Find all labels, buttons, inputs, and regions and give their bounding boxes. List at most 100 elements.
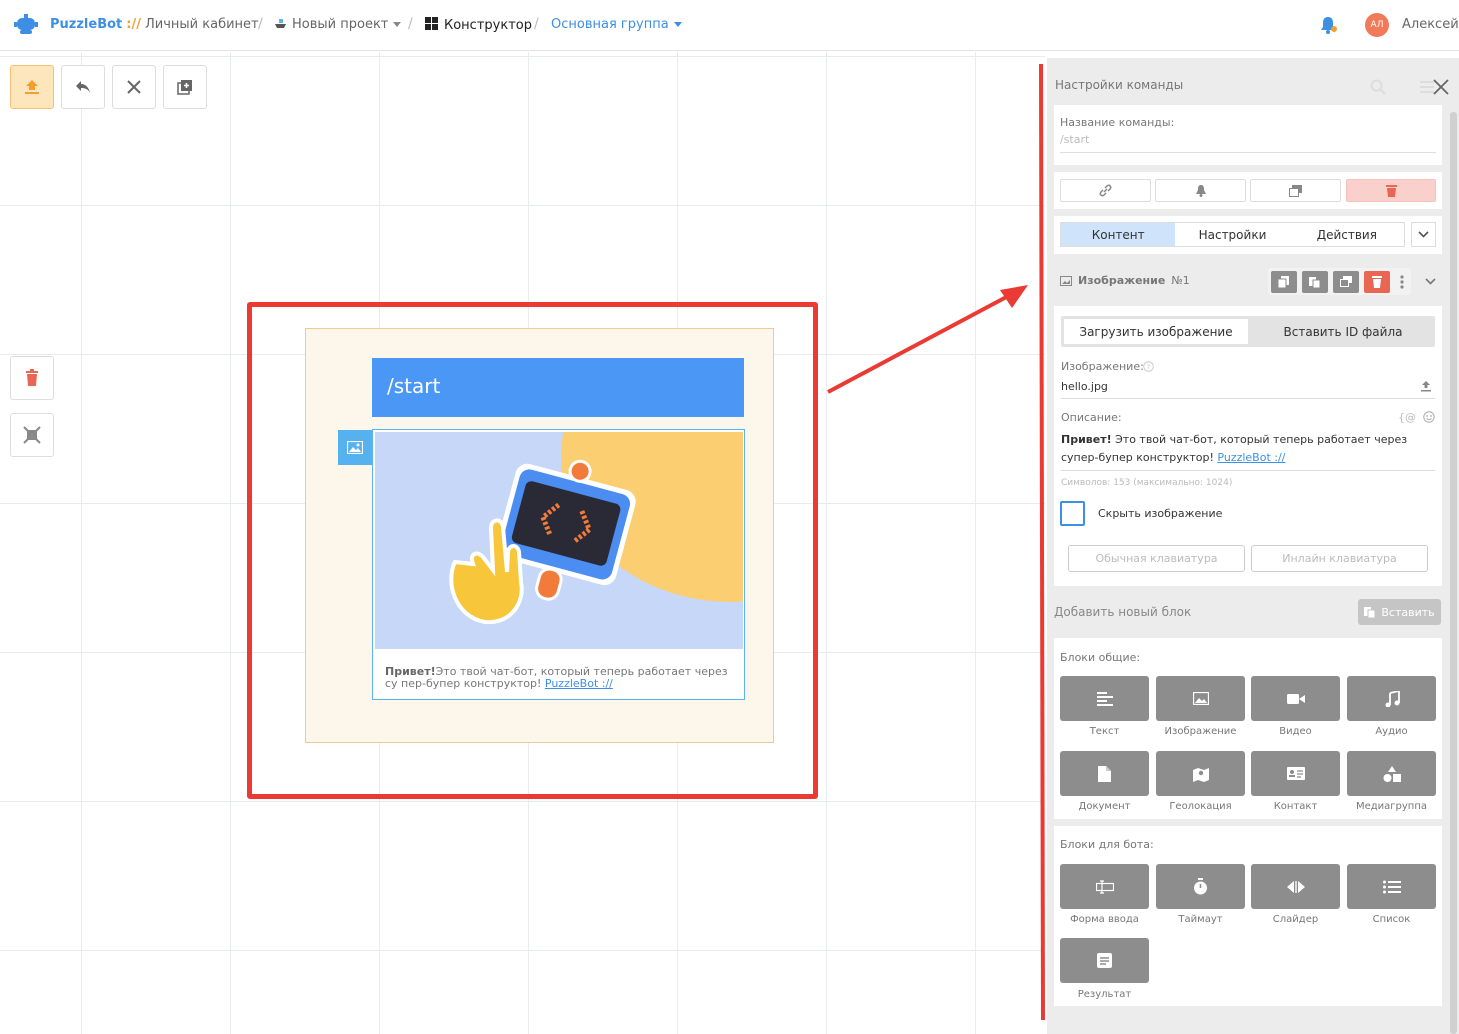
breadcrumb-separator: / <box>534 16 539 32</box>
help-icon[interactable]: ? <box>1143 361 1154 372</box>
delete-command-button[interactable] <box>1346 179 1436 202</box>
inline-keyboard-button[interactable]: Инлайн клавиатура <box>1251 545 1428 572</box>
add-copy-icon <box>177 80 192 95</box>
cancel-button[interactable] <box>112 65 156 109</box>
image-icon <box>1060 276 1072 286</box>
contact-card-icon <box>1286 767 1305 780</box>
description-link[interactable]: PuzzleBot :// <box>1217 451 1285 464</box>
chevron-down-icon[interactable] <box>1425 278 1436 285</box>
copy-link-button[interactable] <box>1060 179 1151 202</box>
search-icon[interactable] <box>1370 79 1386 95</box>
block-tile-label: Форма ввода <box>1070 914 1139 925</box>
block-tile-list[interactable] <box>1347 864 1436 909</box>
insert-file-id-tab[interactable]: Вставить ID файла <box>1253 319 1433 344</box>
description-input[interactable]: Привет! Это твой чат-бот, который теперь… <box>1061 431 1431 467</box>
block-duplicate-button[interactable] <box>1332 270 1359 293</box>
breadcrumb-builder[interactable]: Конструктор <box>425 17 532 33</box>
block-more-button[interactable] <box>1395 271 1409 293</box>
variable-icon[interactable]: {@ <box>1398 411 1416 424</box>
block-tile-contact[interactable] <box>1251 751 1340 796</box>
duplicate-command-button[interactable] <box>1250 179 1341 202</box>
more-vertical-icon <box>1399 274 1404 289</box>
undo-icon <box>76 81 90 93</box>
block-tile-input-form[interactable] <box>1060 864 1149 909</box>
block-tile-text[interactable] <box>1060 676 1149 721</box>
block-tile-label: Изображение <box>1164 726 1237 737</box>
upload-icon[interactable] <box>1420 380 1432 392</box>
block-tile-document[interactable] <box>1060 751 1149 796</box>
avatar[interactable]: АЛ <box>1365 13 1389 37</box>
delete-button[interactable] <box>10 356 54 400</box>
duplicate-icon <box>1289 184 1302 197</box>
list-icon <box>1382 880 1401 893</box>
trash-icon <box>1371 275 1382 288</box>
brand-link[interactable]: PuzzleBot:// <box>50 17 141 32</box>
notification-button[interactable] <box>1155 179 1246 202</box>
tab-actions[interactable]: Действия <box>1290 223 1404 246</box>
upload-icon <box>25 80 39 94</box>
command-name-input[interactable]: /start <box>1060 133 1089 146</box>
block-tile-label: Видео <box>1279 726 1312 737</box>
input-underline <box>1060 152 1436 153</box>
breadcrumb-project[interactable]: Новый проект <box>274 17 402 32</box>
description-label: Описание: <box>1061 411 1122 424</box>
publish-button[interactable] <box>10 65 54 109</box>
fit-screen-button[interactable] <box>10 413 54 457</box>
result-icon <box>1097 953 1112 968</box>
duplicate-icon <box>1339 276 1352 287</box>
block-paste-button[interactable] <box>1301 270 1328 293</box>
link-icon <box>1099 184 1112 197</box>
upload-image-tab[interactable]: Загрузить изображение <box>1064 319 1248 344</box>
breadcrumb-separator: / <box>258 16 263 32</box>
username[interactable]: Алексей <box>1402 17 1459 32</box>
command-name-section <box>1054 105 1442 165</box>
block-tile-result[interactable] <box>1060 938 1149 983</box>
annotation-frame <box>247 302 818 799</box>
breadcrumb-cabinet[interactable]: Личный кабинет <box>145 17 259 32</box>
input-form-icon <box>1095 879 1114 894</box>
input-underline <box>1061 398 1435 399</box>
notification-bell-icon[interactable] <box>1318 15 1338 35</box>
command-name-label: Название команды: <box>1060 116 1175 129</box>
block-copy-button[interactable] <box>1270 270 1297 293</box>
trash-icon <box>1385 185 1397 197</box>
hide-image-checkbox[interactable] <box>1060 501 1085 526</box>
block-tile-audio[interactable] <box>1347 676 1436 721</box>
block-tile-image[interactable] <box>1156 676 1245 721</box>
collapse-button[interactable] <box>1411 222 1436 247</box>
block-tile-timeout[interactable] <box>1156 864 1245 909</box>
block-tile-label: Документ <box>1078 801 1131 812</box>
block-tile-geolocation[interactable] <box>1156 751 1245 796</box>
tab-settings[interactable]: Настройки <box>1175 223 1289 246</box>
insert-block-button[interactable]: Вставить <box>1358 599 1441 625</box>
block-tile-label: Геолокация <box>1169 801 1232 812</box>
text-icon <box>1096 691 1113 706</box>
add-command-button[interactable] <box>163 65 207 109</box>
stopwatch-icon <box>1194 878 1207 895</box>
paste-icon <box>1364 607 1376 618</box>
block-tile-label: Текст <box>1089 726 1120 737</box>
breadcrumb-group[interactable]: Основная группа <box>551 17 682 32</box>
video-icon <box>1286 693 1305 704</box>
hide-image-label[interactable]: Скрыть изображение <box>1098 507 1222 520</box>
undo-button[interactable] <box>61 65 105 109</box>
close-panel-icon[interactable] <box>1432 78 1450 96</box>
puzzlebot-logo-icon[interactable] <box>14 13 38 37</box>
panel-scrollbar[interactable] <box>1450 112 1457 1034</box>
block-delete-button[interactable] <box>1363 270 1390 293</box>
paste-icon <box>1309 276 1320 288</box>
block-tile-slider[interactable] <box>1251 864 1340 909</box>
tab-content[interactable]: Контент <box>1061 223 1176 246</box>
input-underline <box>1061 470 1435 471</box>
emoji-icon[interactable] <box>1423 411 1435 423</box>
block-tile-label: Таймаут <box>1178 914 1223 925</box>
character-counter: Символов: 153 (максимально: 1024) <box>1061 478 1233 488</box>
block-tile-label: Аудио <box>1375 726 1408 737</box>
ship-icon <box>275 19 286 28</box>
block-tile-mediagroup[interactable] <box>1347 751 1436 796</box>
block-tile-label: Результат <box>1077 989 1132 1000</box>
image-file-field[interactable]: hello.jpg <box>1061 380 1108 393</box>
normal-keyboard-button[interactable]: Обычная клавиатура <box>1068 545 1245 572</box>
block-tile-label: Медиагруппа <box>1355 801 1428 812</box>
block-tile-video[interactable] <box>1251 676 1340 721</box>
